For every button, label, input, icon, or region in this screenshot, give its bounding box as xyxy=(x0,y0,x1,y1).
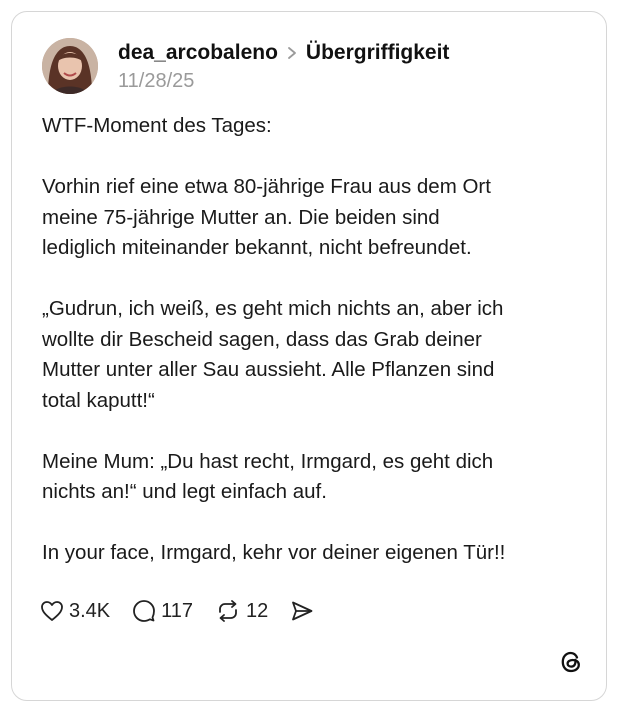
avatar[interactable] xyxy=(42,38,98,94)
post-paragraph: In your face, Irmgard, kehr vor deiner e… xyxy=(42,541,506,564)
like-count: 3.4K xyxy=(69,599,111,622)
action-bar: 3.4K 117 12 xyxy=(40,596,336,626)
post-header: dea_arcobaleno Übergriffigkeit xyxy=(118,40,449,66)
post-paragraph: „Gudrun, ich weiß, es geht mich nichts a… xyxy=(42,297,504,412)
chevron-right-icon xyxy=(286,45,298,61)
threads-logo-icon[interactable] xyxy=(558,649,584,675)
repost-count: 12 xyxy=(246,599,269,622)
comment-bubble-icon xyxy=(132,599,156,623)
post-card: dea_arcobaleno Übergriffigkeit 11/28/25 … xyxy=(11,11,607,701)
repost-arrows-icon xyxy=(215,599,241,623)
reply-count: 117 xyxy=(161,599,194,622)
share-button[interactable] xyxy=(290,600,314,622)
post-paragraph: Vorhin rief eine etwa 80-jährige Frau au… xyxy=(42,175,491,259)
post-body: WTF-Moment des Tages: Vorhin rief eine e… xyxy=(42,111,592,599)
topic-link[interactable]: Übergriffigkeit xyxy=(306,41,450,65)
repost-button[interactable]: 12 xyxy=(215,599,268,623)
heart-icon xyxy=(40,600,64,622)
post-date: 11/28/25 xyxy=(118,70,195,92)
post-paragraph: Meine Mum: „Du hast recht, Irmgard, es g… xyxy=(42,449,494,504)
reply-button[interactable]: 117 xyxy=(132,599,193,623)
send-arrow-icon xyxy=(290,600,314,622)
like-button[interactable]: 3.4K xyxy=(40,600,110,623)
avatar-photo xyxy=(42,38,98,94)
username-link[interactable]: dea_arcobaleno xyxy=(118,41,278,65)
post-paragraph: WTF-Moment des Tages: xyxy=(42,114,272,137)
